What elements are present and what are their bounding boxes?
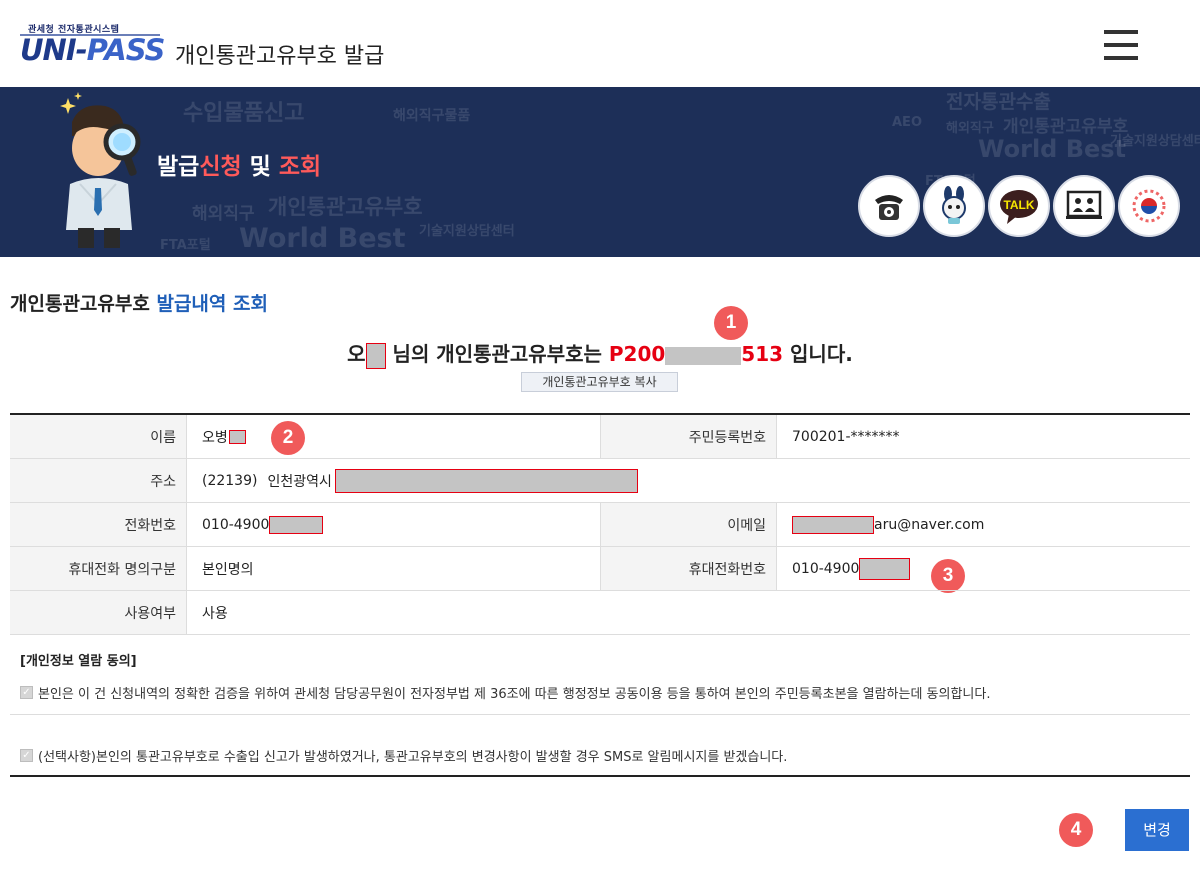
table-row: 사용여부 사용	[10, 591, 1190, 635]
banner-watermark: FTA포털	[160, 238, 211, 253]
banner-title-part: 발급	[157, 154, 200, 180]
customs-code-prefix: P200	[608, 342, 666, 366]
redacted-email	[792, 515, 874, 534]
result-name-prefix: 오	[347, 342, 366, 366]
header: 관세청 전자통관시스템 UNI-PASS 개인통관고유부호 발급	[0, 0, 1200, 87]
name-value: 오병	[202, 429, 228, 446]
mobile-value: 010-4900	[792, 560, 860, 577]
mobile-owner-label: 휴대전화 명의구분	[10, 547, 187, 590]
divider	[10, 775, 1190, 777]
phone-value: 010-4900	[202, 516, 270, 533]
table-row: 휴대전화 명의구분 본인명의 휴대전화번호 010-4900	[10, 547, 1190, 591]
change-button[interactable]: 변경	[1125, 809, 1189, 851]
section-title: 개인통관고유부호 발급내역 조회	[10, 289, 268, 316]
banner: 수입물품신고 해외직구물품 전자통관수출 해외직구 개인통관고유부호 World…	[0, 87, 1200, 257]
banner-title-part: 및	[241, 154, 279, 180]
consent-title: [개인정보 열람 동의]	[20, 654, 137, 669]
banner-watermark: 해외직구	[192, 204, 255, 224]
banner-watermark: 기술지원상담센터	[419, 224, 515, 239]
section-title-highlight: 발급내역 조회	[156, 293, 268, 315]
banner-watermark: World Best	[239, 223, 406, 254]
government-emblem-icon[interactable]	[1118, 175, 1180, 237]
consent-checkbox[interactable]: ✓	[20, 686, 33, 699]
banner-title: 발급신청 및 조회	[157, 147, 321, 181]
mobile-label: 휴대전화번호	[600, 547, 777, 590]
kakao-talk-icon[interactable]: TALK	[988, 175, 1050, 237]
info-table: 이름 오병 주민등록번호 700201-******* 주소 (22139) 인천…	[10, 413, 1190, 635]
telephone-icon[interactable]	[858, 175, 920, 237]
table-row: 주소 (22139) 인천광역시	[10, 459, 1190, 503]
consent-text: (선택사항)본인의 통관고유부호로 수출입 신고가 발생하였거나, 통관고유부호…	[38, 750, 788, 765]
hamburger-icon[interactable]	[1104, 30, 1138, 60]
redacted-mobile	[859, 557, 911, 580]
step-badge: 1	[714, 306, 748, 340]
banner-watermark: 수입물품신고	[183, 101, 305, 126]
character-magnifier-icon	[60, 92, 141, 248]
table-row: 전화번호 010-4900 이메일 aru@naver.com	[10, 503, 1190, 547]
banner-watermark: 해외직구물품	[393, 108, 471, 124]
result-name-suffix: 님의 개인통관고유부호는	[392, 342, 602, 366]
redacted-phone	[269, 515, 324, 534]
email-label: 이메일	[600, 503, 777, 546]
page-title: 개인통관고유부호 발급	[175, 44, 385, 69]
banner-watermark: 전자통관수출	[946, 91, 1051, 113]
mobile-owner-value: 본인명의	[202, 561, 254, 578]
usage-label: 사용여부	[10, 591, 187, 634]
redacted-name	[228, 429, 246, 444]
banner-watermark: 기술지원상담센터	[1110, 134, 1200, 149]
consent-item: ✓ 본인은 이 건 신청내역의 정확한 검증을 위하여 관세청 담당공무원이 전…	[20, 683, 990, 702]
rrn-value: 700201-*******	[792, 428, 900, 445]
quick-link-icons: TALK	[858, 175, 1180, 237]
address-city: 인천광역시	[267, 473, 332, 490]
copy-code-button[interactable]: 개인통관고유부호 복사	[521, 372, 678, 392]
redacted-name	[365, 342, 386, 369]
name-cell: 오병	[187, 415, 600, 458]
step-badge: 4	[1059, 813, 1093, 847]
chatbot-rabbit-icon[interactable]	[923, 175, 985, 237]
address-zip: (22139)	[202, 472, 258, 489]
phone-cell: 010-4900	[187, 503, 600, 546]
customs-code-suffix: 513	[741, 342, 784, 366]
banner-watermark: 해외직구	[946, 121, 994, 136]
table-row: 이름 오병 주민등록번호 700201-*******	[10, 415, 1190, 459]
rrn-label: 주민등록번호	[600, 415, 777, 458]
result-ending: 입니다.	[790, 342, 853, 366]
video-consult-icon[interactable]	[1053, 175, 1115, 237]
logo-wordmark-left: UNI-	[20, 33, 88, 67]
result-message: 오 님의 개인통관고유부호는 P200 513 입니다.	[0, 338, 1200, 369]
banner-title-part: 신청	[199, 154, 242, 180]
email-cell: aru@naver.com	[777, 503, 1190, 546]
customs-code: P200 513	[609, 342, 783, 366]
logo-wordmark: UNI-PASS	[20, 33, 166, 67]
banner-watermark: AEO	[892, 115, 922, 130]
email-value: aru@naver.com	[874, 516, 985, 533]
name-label: 이름	[10, 415, 187, 458]
address-label: 주소	[10, 459, 187, 502]
phone-label: 전화번호	[10, 503, 187, 546]
banner-watermark: World Best	[978, 135, 1127, 163]
logo-wordmark-right: PASS	[86, 33, 166, 67]
kakao-talk-label: TALK	[1003, 198, 1034, 212]
usage-value: 사용	[202, 605, 228, 622]
divider	[10, 714, 1190, 715]
sms-consent-checkbox[interactable]: ✓	[20, 749, 33, 762]
redacted-code	[665, 346, 742, 365]
consent-text: 본인은 이 건 신청내역의 정확한 검증을 위하여 관세청 담당공무원이 전자정…	[38, 687, 991, 702]
banner-title-part: 조회	[278, 154, 322, 180]
unipass-logo[interactable]: 관세청 전자통관시스템 UNI-PASS	[20, 22, 166, 76]
redacted-address	[334, 468, 638, 493]
section-title-main: 개인통관고유부호	[10, 293, 157, 315]
mobile-cell: 010-4900	[777, 547, 1190, 590]
address-cell: (22139) 인천광역시	[187, 459, 1190, 502]
consent-item: ✓ (선택사항)본인의 통관고유부호로 수출입 신고가 발생하였거나, 통관고유…	[20, 746, 787, 765]
banner-watermark: 개인통관고유부호	[268, 195, 423, 219]
